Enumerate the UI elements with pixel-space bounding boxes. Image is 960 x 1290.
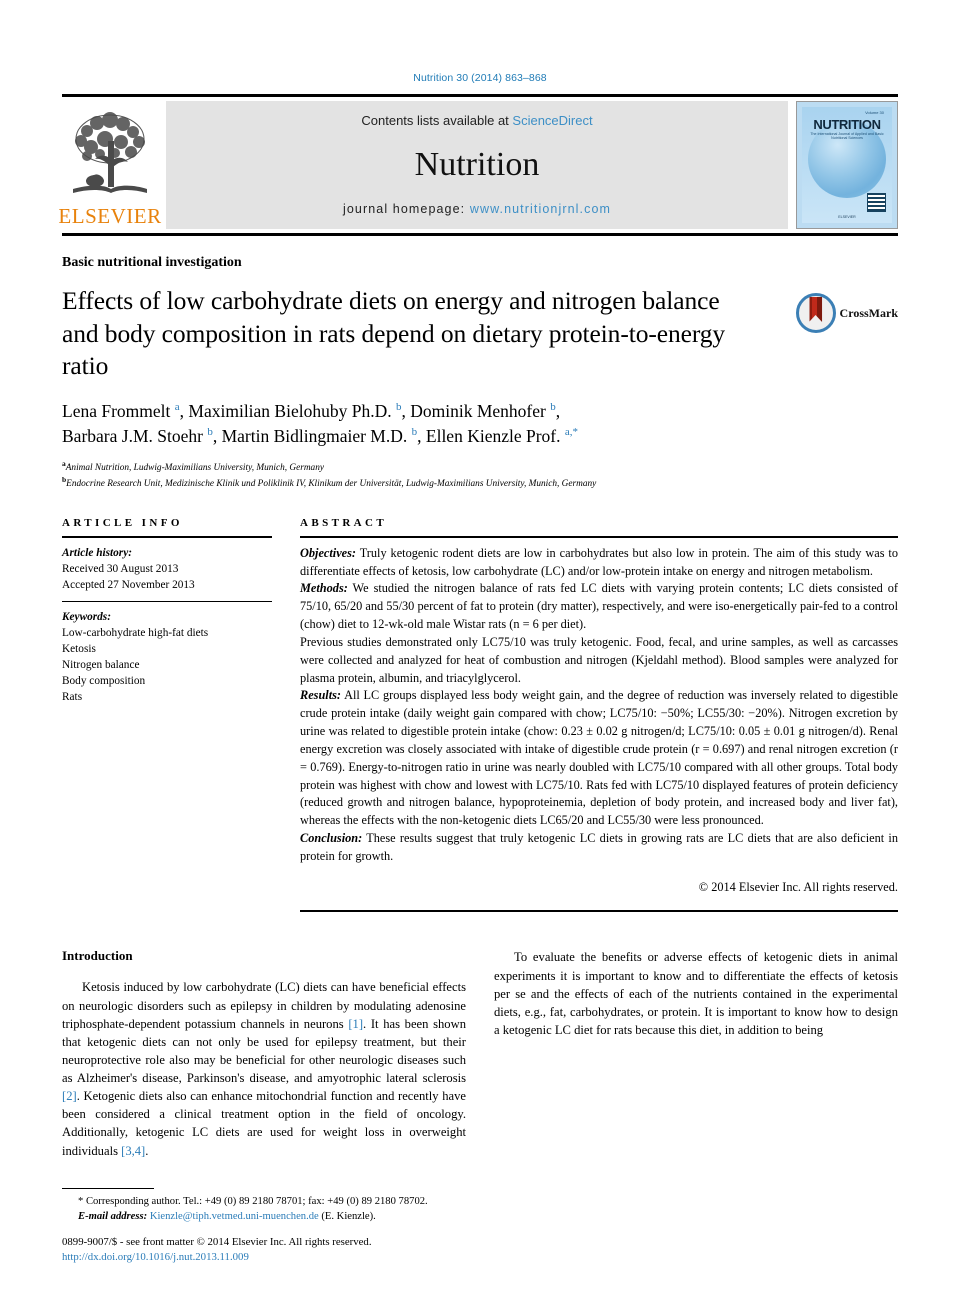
issn-text: 0899-9007/$ - see front matter © 2014 El…: [62, 1235, 372, 1248]
email-suffix: (E. Kienzle).: [318, 1210, 376, 1222]
results-label: Results:: [300, 688, 341, 703]
doi-link[interactable]: http://dx.doi.org/10.1016/j.nut.2013.11.…: [62, 1250, 465, 1266]
article-info-heading: ARTICLE INFO: [62, 516, 183, 529]
page-title: Effects of low carbohydrate diets on ene…: [62, 286, 726, 381]
author-line-2: Barbara J.M. Stoehr b, Martin Bidlingmai…: [62, 426, 579, 447]
objectives-text: Truly ketogenic rodent diets are low in …: [300, 545, 898, 578]
cover-journal-title: NUTRITION: [813, 117, 881, 132]
intro-p1-part-d: .: [145, 1143, 149, 1158]
abstract-conclusion: Conclusion: These results suggest that t…: [300, 830, 898, 866]
keyword-item: Low-carbohydrate high-fat diets: [62, 626, 209, 639]
objectives-label: Objectives:: [300, 545, 356, 560]
journal-cover-thumbnail: Volume 30 NUTRITION The International Jo…: [796, 101, 898, 229]
email-link[interactable]: Kienzle@tiph.vetmed.uni-muenchen.de: [150, 1211, 319, 1222]
contents-lists-prefix: Contents lists available at: [361, 113, 513, 128]
article-history-label: Article history:: [62, 546, 132, 559]
keyword-item: Body composition: [62, 674, 146, 687]
citation-ref-1[interactable]: [1]: [348, 1017, 363, 1031]
body-columns: Introduction Ketosis induced by low carb…: [62, 948, 898, 1159]
results-text: All LC groups displayed less body weight…: [300, 688, 898, 828]
affiliation-b: bEndocrine Research Unit, Medizinische K…: [62, 475, 597, 490]
abstract-objectives: Objectives: Truly ketogenic rodent diets…: [300, 545, 898, 581]
conclusion-text: These results suggest that truly ketogen…: [300, 831, 898, 863]
email-label: E-mail address:: [78, 1210, 148, 1222]
abstract-copyright: © 2014 Elsevier Inc. All rights reserved…: [698, 879, 898, 894]
affiliation-a-text: Animal Nutrition, Ludwig-Maximilians Uni…: [65, 462, 324, 473]
article-history-block: Article history: Received 30 August 2013…: [62, 545, 272, 593]
conclusion-label: Conclusion:: [300, 831, 363, 845]
methods-label: Methods:: [300, 581, 348, 596]
homepage-url-link[interactable]: www.nutritionjrnl.com: [470, 202, 611, 216]
crossmark-icon: [795, 293, 836, 333]
affiliation-a: aAnimal Nutrition, Ludwig-Maximilians Un…: [62, 458, 324, 473]
footnote-rule: [62, 1187, 154, 1189]
sciencedirect-link[interactable]: ScienceDirect: [512, 113, 592, 128]
accepted-date: Accepted 27 November 2013: [62, 578, 195, 591]
keywords-rule: [62, 600, 272, 602]
abstract-bottom-rule: [300, 910, 898, 913]
running-head: Nutrition 30 (2014) 863–868: [413, 72, 547, 84]
contents-lists-line: Contents lists available at ScienceDirec…: [361, 113, 592, 128]
body-column-left: Introduction Ketosis induced by low carb…: [62, 948, 466, 1159]
cover-publisher-label: ELSEVIER: [838, 215, 856, 219]
citation-ref-2[interactable]: [2]: [62, 1089, 77, 1103]
footnote-area: * Corresponding author. Tel.: +49 (0) 89…: [62, 1187, 465, 1266]
citation-ref-3-4[interactable]: [3,4]: [121, 1144, 145, 1158]
elsevier-tree-icon: [73, 112, 147, 193]
journal-cover-art: Volume 30 NUTRITION The International Jo…: [802, 107, 892, 223]
journal-title: Nutrition: [414, 146, 540, 183]
qr-code-icon: [867, 193, 886, 212]
body-column-right: To evaluate the benefits or adverse effe…: [494, 948, 898, 1159]
abstract-heading: ABSTRACT: [300, 516, 388, 529]
abstract-column: ABSTRACT Objectives: Truly ketogenic rod…: [300, 517, 898, 913]
received-date: Received 30 August 2013: [62, 562, 179, 575]
email-line: E-mail address: Kienzle@tiph.vetmed.uni-…: [62, 1209, 465, 1224]
introduction-paragraph-2: To evaluate the benefits or adverse effe…: [494, 950, 898, 1037]
abstract-results: Results: All LC groups displayed less bo…: [300, 687, 898, 830]
corresponding-author-text: * Corresponding author. Tel.: +49 (0) 89…: [78, 1195, 428, 1207]
keyword-item: Ketosis: [62, 642, 96, 655]
crossmark-badge[interactable]: CrossMark: [795, 293, 898, 333]
article-page: Nutrition 30 (2014) 863–868 ELSEVIER Con…: [0, 0, 960, 1290]
abstract-methods: Methods: We studied the nitrogen balance…: [300, 580, 898, 633]
info-abstract-section: ARTICLE INFO Article history: Received 3…: [62, 517, 898, 913]
cover-volume-label: Volume 30: [865, 110, 884, 115]
keywords-label: Keywords:: [62, 610, 111, 623]
introduction-heading: Introduction: [62, 948, 133, 964]
corresponding-author-note: * Corresponding author. Tel.: +49 (0) 89…: [62, 1194, 465, 1224]
abstract-rule: [300, 535, 898, 538]
introduction-paragraph-1: Ketosis induced by low carbohydrate (LC)…: [62, 978, 466, 1159]
article-type-label: Basic nutritional investigation: [62, 255, 242, 270]
title-row: Effects of low carbohydrate diets on ene…: [62, 285, 898, 383]
homepage-prefix: journal homepage:: [342, 202, 470, 216]
crossmark-label: CrossMark: [839, 305, 898, 320]
journal-masthead: ELSEVIER Contents lists available at Sci…: [58, 94, 898, 236]
methods-text: We studied the nitrogen balance of rats …: [300, 581, 898, 632]
abstract-body: Objectives: Truly ketogenic rodent diets…: [300, 545, 898, 897]
article-info-rule: [62, 535, 272, 538]
abstract-methods-2: Previous studies demonstrated only LC75/…: [300, 634, 898, 685]
cover-subtitle: The International Journal of Applied and…: [810, 132, 884, 140]
elsevier-logo: ELSEVIER: [58, 101, 161, 229]
author-list: Lena Frommelt a, Maximilian Bielohuby Ph…: [62, 399, 898, 450]
keyword-item: Rats: [62, 691, 83, 703]
keywords-block: Keywords: Low-carbohydrate high-fat diet…: [62, 609, 272, 705]
masthead-center: Contents lists available at ScienceDirec…: [166, 101, 788, 229]
article-info-column: ARTICLE INFO Article history: Received 3…: [62, 517, 272, 913]
author-line-1: Lena Frommelt a, Maximilian Bielohuby Ph…: [62, 400, 561, 421]
keyword-item: Nitrogen balance: [62, 658, 140, 671]
affiliation-b-text: Endocrine Research Unit, Medizinische Kl…: [66, 479, 597, 490]
affiliation-list: aAnimal Nutrition, Ludwig-Maximilians Un…: [62, 459, 898, 492]
journal-homepage-line: journal homepage: www.nutritionjrnl.com: [343, 202, 611, 216]
elsevier-wordmark: ELSEVIER: [58, 204, 162, 228]
issn-copyright-line: 0899-9007/$ - see front matter © 2014 El…: [62, 1235, 465, 1266]
